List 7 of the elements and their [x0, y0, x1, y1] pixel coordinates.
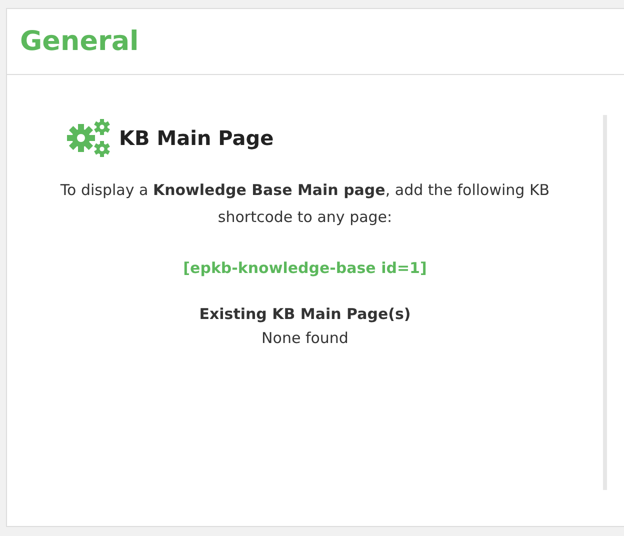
description-text: To display a Knowledge Base Main page, add the following KB shortcode to any page: — [59, 180, 551, 228]
existing-pages-value: None found — [262, 329, 348, 347]
shortcode-text: [epkb-knowledge-base id=1] — [183, 259, 427, 277]
section-title: General — [20, 26, 139, 57]
card-title: KB Main Page — [119, 126, 274, 150]
existing-pages-label: Existing KB Main Page(s) — [199, 305, 411, 323]
gears-icon — [67, 118, 111, 158]
